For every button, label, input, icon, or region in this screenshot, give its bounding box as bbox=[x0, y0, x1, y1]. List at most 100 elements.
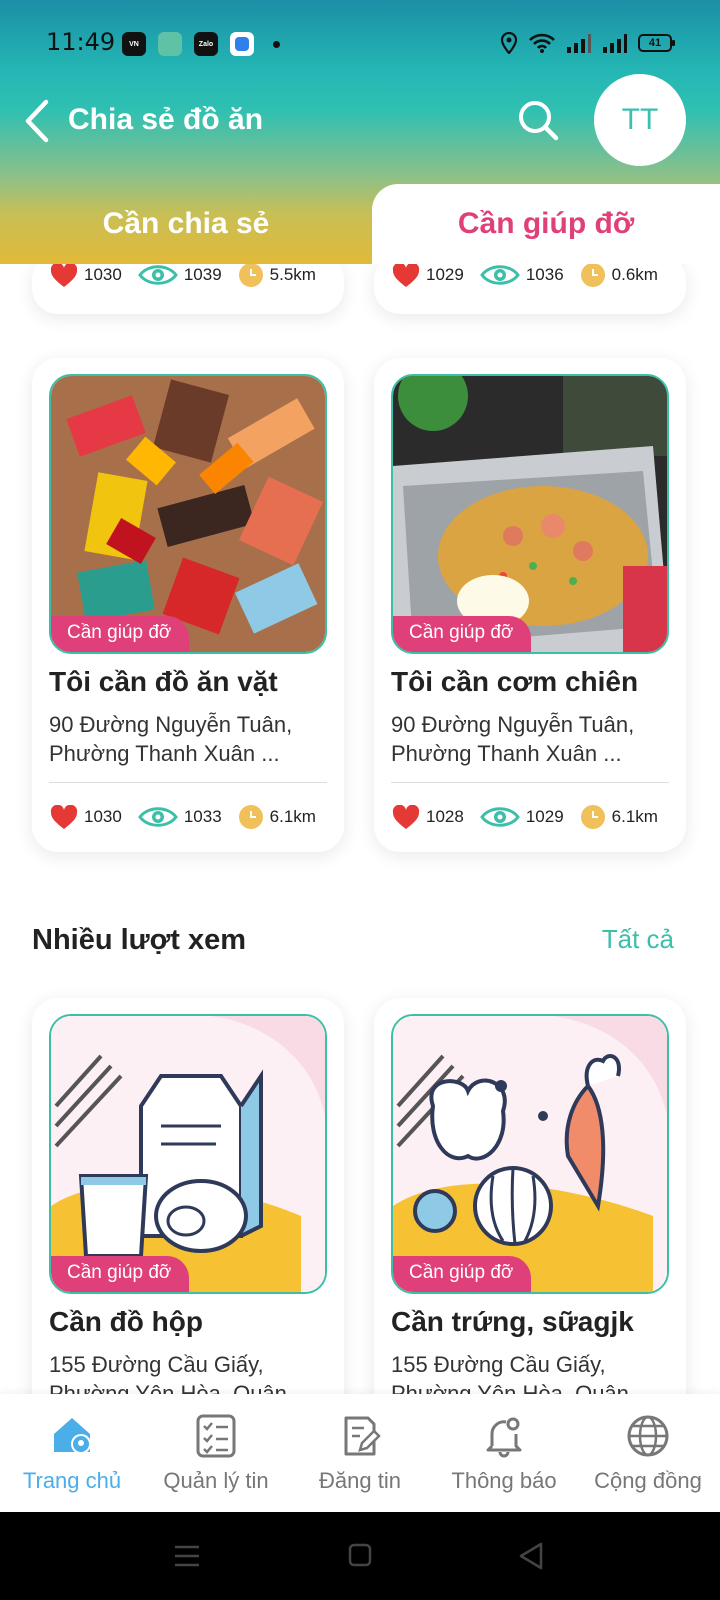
snacks-illustration bbox=[51, 376, 325, 652]
like-count: 1030 bbox=[84, 807, 122, 826]
clock-icon bbox=[238, 264, 263, 287]
tab-can-giup-do[interactable]: Cần giúp đỡ bbox=[372, 184, 720, 264]
distance: 6.1km bbox=[611, 807, 658, 826]
distance: 5.5km bbox=[269, 265, 316, 284]
battery-indicator: 41 bbox=[638, 34, 675, 52]
vn-app-icon: VN bbox=[122, 32, 146, 56]
section-title-most-viewed: Nhiều lượt xem bbox=[32, 924, 247, 956]
back-button[interactable] bbox=[22, 98, 54, 144]
like-count: 1029 bbox=[426, 265, 464, 284]
post-card[interactable]: Cần giúp đỡ Tôi cần cơm chiên 90 Đường N… bbox=[374, 358, 686, 852]
post-image-canned-food: Cần giúp đỡ bbox=[49, 1014, 327, 1294]
nav-item-home[interactable]: Trang chủ bbox=[0, 1394, 144, 1512]
status-badge: Cần giúp đỡ bbox=[51, 1256, 190, 1292]
distance: 6.1km bbox=[269, 807, 316, 826]
post-title: Tôi cần cơm chiên bbox=[391, 666, 639, 697]
card-stats: 1028 1029 6.1km bbox=[392, 804, 680, 830]
wifi-icon bbox=[529, 33, 555, 53]
eye-icon bbox=[479, 265, 520, 285]
post-address: 90 Đường Nguyễn Tuân, Phường Thanh Xuân … bbox=[391, 712, 635, 766]
avatar[interactable]: TT bbox=[594, 74, 686, 166]
eye-icon bbox=[137, 807, 178, 827]
eye-icon bbox=[479, 807, 520, 827]
fried-rice-illustration bbox=[393, 376, 667, 652]
globe-icon bbox=[627, 1415, 669, 1457]
location-icon bbox=[500, 32, 518, 54]
tab-can-chia-se[interactable]: Cần chia sẻ bbox=[0, 184, 372, 264]
post-card[interactable]: Cần giúp đỡ Cần đồ hộp 155 Đường Cầu Giấ… bbox=[32, 998, 344, 1394]
app-header: 11:49 VN Zalo 41 Chia sẻ đồ ăn TT Cần ch… bbox=[0, 0, 720, 264]
divider bbox=[391, 782, 669, 783]
post-title: Cần đồ hộp bbox=[49, 1306, 203, 1337]
post-title: Cần trứng, sữagjk bbox=[391, 1306, 634, 1337]
post-address: 155 Đường Cầu Giấy, Phường Yên Hòa, Quận bbox=[49, 1352, 287, 1394]
content-scroll-area[interactable]: 1030 1039 5.5km 1029 1036 0.6km Cần giúp… bbox=[0, 264, 720, 1394]
like-count: 1030 bbox=[84, 265, 122, 284]
status-time: 11:49 bbox=[46, 28, 116, 56]
heart-icon bbox=[50, 264, 78, 287]
like-count: 1028 bbox=[426, 807, 464, 826]
divider bbox=[49, 782, 327, 783]
system-navigation-bar bbox=[0, 1512, 720, 1600]
heart-icon bbox=[50, 804, 78, 829]
view-count: 1039 bbox=[183, 265, 222, 284]
nav-label: Đăng tin bbox=[319, 1468, 401, 1493]
nav-label: Thông báo bbox=[451, 1468, 557, 1493]
vegetables-illustration bbox=[393, 1016, 667, 1292]
clock-icon bbox=[580, 264, 605, 287]
eye-icon bbox=[137, 265, 178, 285]
post-image-vegetables: Cần giúp đỡ bbox=[391, 1014, 669, 1294]
view-count: 1033 bbox=[183, 807, 222, 826]
edit-document-icon bbox=[344, 1416, 381, 1456]
post-image-snacks: Cần giúp đỡ bbox=[49, 374, 327, 654]
notification-dot bbox=[273, 41, 280, 48]
search-icon bbox=[519, 101, 559, 141]
nav-label: Quản lý tin bbox=[163, 1468, 269, 1493]
nav-item-notifications[interactable]: Thông báo bbox=[432, 1394, 576, 1512]
post-card[interactable]: Cần giúp đỡ Cần trứng, sữagjk 155 Đường … bbox=[374, 998, 686, 1394]
nav-label: Trang chủ bbox=[22, 1468, 122, 1493]
bottom-navigation: Trang chủ Quản lý tin Đăng tin Thông báo… bbox=[0, 1394, 720, 1512]
heart-icon bbox=[392, 264, 420, 287]
post-card[interactable]: Cần giúp đỡ Tôi cần đồ ăn vặt 90 Đường N… bbox=[32, 358, 344, 852]
card-stats: 1030 1039 5.5km bbox=[50, 264, 338, 288]
post-address: 155 Đường Cầu Giấy, Phường Yên Hòa, Quận bbox=[391, 1352, 629, 1394]
see-all-link[interactable]: Tất cả bbox=[602, 924, 674, 955]
nav-item-community[interactable]: Cộng đồng bbox=[576, 1394, 720, 1512]
status-badge: Cần giúp đỡ bbox=[393, 616, 532, 652]
post-title: Tôi cần đồ ăn vặt bbox=[49, 666, 278, 697]
view-count: 1029 bbox=[525, 807, 564, 826]
status-badge: Cần giúp đỡ bbox=[393, 1256, 532, 1292]
nav-item-post[interactable]: Đăng tin bbox=[288, 1394, 432, 1512]
home-square-icon[interactable] bbox=[348, 1543, 372, 1567]
clock-icon bbox=[238, 805, 263, 829]
page-title: Chia sẻ đồ ăn bbox=[68, 103, 264, 136]
card-stats: 1029 1036 0.6km bbox=[392, 264, 680, 288]
post-address: 90 Đường Nguyễn Tuân, Phường Thanh Xuân … bbox=[49, 712, 293, 766]
nav-item-manage-posts[interactable]: Quản lý tin bbox=[144, 1394, 288, 1512]
status-badge: Cần giúp đỡ bbox=[51, 616, 190, 652]
home-icon bbox=[54, 1418, 91, 1454]
messenger-app-icon bbox=[230, 32, 254, 56]
signal-icon-2 bbox=[603, 34, 627, 53]
partial-card[interactable]: 1030 1039 5.5km bbox=[32, 264, 344, 314]
nav-label: Cộng đồng bbox=[594, 1468, 702, 1493]
heart-icon bbox=[392, 804, 420, 829]
post-image-fried-rice: Cần giúp đỡ bbox=[391, 374, 669, 654]
search-button[interactable] bbox=[516, 98, 560, 142]
menu-icon[interactable] bbox=[174, 1544, 200, 1568]
wallet-app-icon bbox=[158, 32, 182, 56]
signal-icon bbox=[567, 34, 591, 53]
canned-food-illustration bbox=[51, 1016, 325, 1292]
status-bar: 11:49 VN Zalo 41 bbox=[0, 0, 720, 64]
back-triangle-icon[interactable] bbox=[518, 1542, 544, 1570]
zalo-app-icon: Zalo bbox=[194, 32, 218, 56]
bell-icon bbox=[486, 1417, 522, 1458]
partial-card[interactable]: 1029 1036 0.6km bbox=[374, 264, 686, 314]
view-count: 1036 bbox=[525, 265, 564, 284]
checklist-icon bbox=[196, 1414, 236, 1458]
clock-icon bbox=[580, 805, 605, 829]
card-stats: 1030 1033 6.1km bbox=[50, 804, 338, 830]
chevron-left-icon bbox=[25, 99, 49, 143]
distance: 0.6km bbox=[611, 265, 658, 284]
